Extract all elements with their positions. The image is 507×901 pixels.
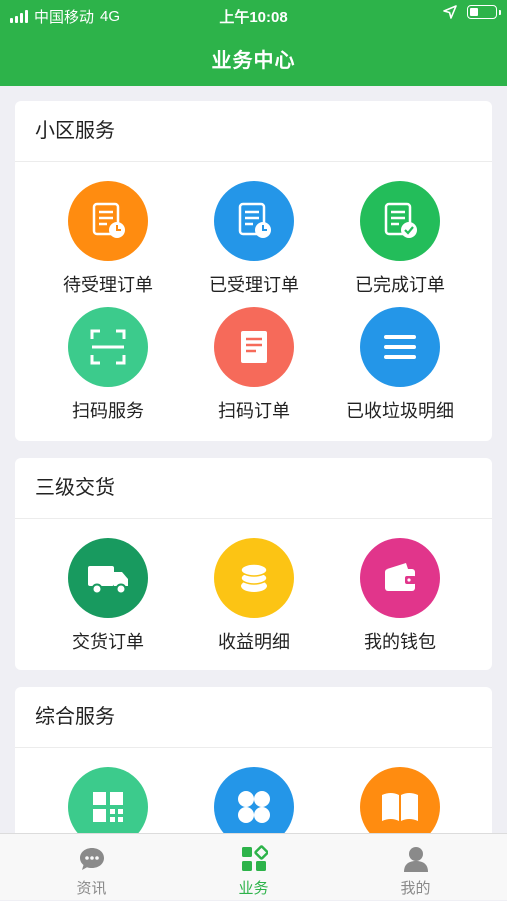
grid-item-scan-service[interactable]: 扫码服务 bbox=[35, 307, 181, 423]
book-icon bbox=[360, 767, 440, 833]
item-label: 待受理订单 bbox=[63, 275, 153, 295]
tab-bar: 资讯 业务 我的 bbox=[0, 833, 507, 900]
clover-icon bbox=[214, 767, 294, 833]
coins-icon bbox=[214, 538, 294, 618]
item-label: 交货订单 bbox=[72, 632, 144, 652]
item-label: 已收垃圾明细 bbox=[346, 401, 454, 421]
location-icon bbox=[443, 5, 457, 19]
tab-news[interactable]: 资讯 bbox=[7, 834, 176, 901]
grid-item-general-3[interactable] bbox=[327, 767, 473, 833]
battery-icon bbox=[467, 5, 501, 19]
person-icon bbox=[331, 844, 500, 874]
list-icon bbox=[360, 307, 440, 387]
scan-icon bbox=[68, 307, 148, 387]
item-label: 扫码订单 bbox=[218, 401, 290, 421]
clock: 上午10:08 bbox=[219, 9, 288, 26]
truck-icon bbox=[68, 538, 148, 618]
pending-order-icon bbox=[68, 181, 148, 261]
section-title: 小区服务 bbox=[15, 101, 492, 162]
grid-icon bbox=[169, 844, 338, 874]
grid-item-pending-orders[interactable]: 待受理订单 bbox=[35, 181, 181, 297]
page-title: 业务中心 bbox=[211, 49, 296, 72]
tab-mine[interactable]: 我的 bbox=[331, 834, 500, 901]
section-community-service: 小区服务 待受理订单 已受理订单 已完成订单 扫码服务 扫码订单 已收垃圾明细 bbox=[15, 101, 492, 441]
nav-bar: 业务中心 bbox=[0, 30, 507, 86]
grid-item-scan-orders[interactable]: 扫码订单 bbox=[181, 307, 327, 423]
grid-item-delivery-orders[interactable]: 交货订单 bbox=[35, 538, 181, 654]
completed-order-icon bbox=[360, 181, 440, 261]
section-tertiary-delivery: 三级交货 交货订单 收益明细 我的钱包 bbox=[15, 458, 492, 670]
status-bar: 中国移动 4G 上午10:08 bbox=[0, 0, 507, 30]
tab-business[interactable]: 业务 bbox=[169, 834, 338, 901]
note-icon bbox=[214, 307, 294, 387]
qrcode-icon bbox=[68, 767, 148, 833]
chat-icon bbox=[7, 844, 176, 874]
tab-label: 资讯 bbox=[76, 880, 107, 897]
status-right bbox=[443, 5, 501, 19]
grid-item-general-2[interactable] bbox=[181, 767, 327, 833]
grid-item-garbage-details[interactable]: 已收垃圾明细 bbox=[327, 307, 473, 423]
item-label: 已完成订单 bbox=[355, 275, 445, 295]
grid-item-general-1[interactable] bbox=[35, 767, 181, 833]
grid-item-accepted-orders[interactable]: 已受理订单 bbox=[181, 181, 327, 297]
tab-label: 业务 bbox=[238, 880, 269, 897]
wallet-icon bbox=[360, 538, 440, 618]
section-title: 综合服务 bbox=[15, 687, 492, 748]
item-label: 收益明细 bbox=[218, 632, 290, 652]
accepted-order-icon bbox=[214, 181, 294, 261]
content-area[interactable]: 小区服务 待受理订单 已受理订单 已完成订单 扫码服务 扫码订单 已收垃圾明细 … bbox=[0, 86, 507, 833]
item-label: 已受理订单 bbox=[209, 275, 299, 295]
section-title: 三级交货 bbox=[15, 458, 492, 519]
item-label: 扫码服务 bbox=[72, 401, 144, 421]
item-label: 我的钱包 bbox=[364, 632, 436, 652]
grid-item-completed-orders[interactable]: 已完成订单 bbox=[327, 181, 473, 297]
grid-item-earnings[interactable]: 收益明细 bbox=[181, 538, 327, 654]
section-general-service: 综合服务 bbox=[15, 687, 492, 833]
grid-item-wallet[interactable]: 我的钱包 bbox=[327, 538, 473, 654]
tab-label: 我的 bbox=[400, 880, 431, 897]
